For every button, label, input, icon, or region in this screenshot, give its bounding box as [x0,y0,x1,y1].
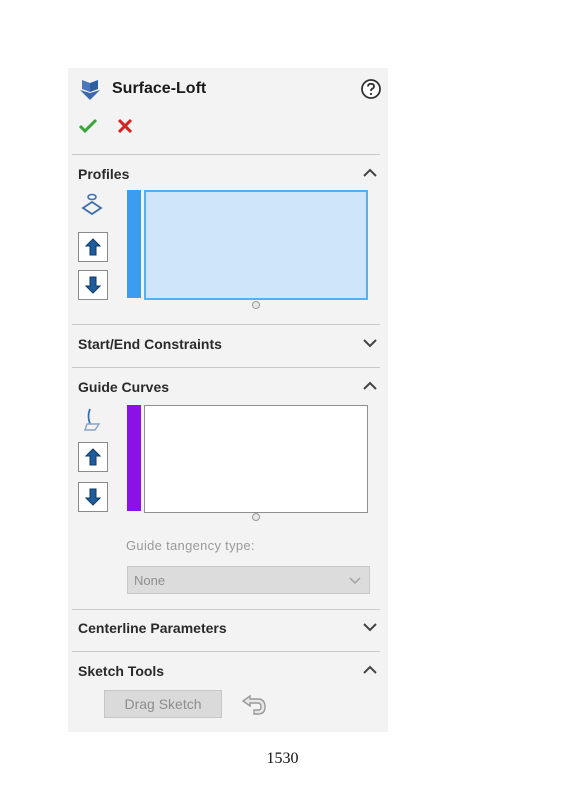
guide-tangency-label: Guide tangency type: [126,538,255,553]
help-circle-icon[interactable] [360,78,382,100]
profiles-color-strip [127,190,141,298]
guide-curves-color-strip [127,405,141,511]
resize-handle[interactable] [252,513,260,521]
property-manager-panel: Surface-Loft Profiles Start/End Constrai… [68,68,388,732]
resize-handle[interactable] [252,301,260,309]
ok-checkmark-icon[interactable] [78,116,98,136]
chevron-down-icon[interactable] [362,621,378,633]
move-down-button[interactable] [78,482,108,512]
section-title: Guide Curves [78,379,170,395]
divider [72,154,380,155]
chevron-down-icon[interactable] [362,337,378,349]
section-title: Sketch Tools [78,663,165,679]
chevron-up-icon[interactable] [362,380,378,392]
page-number: 1530 [266,750,299,767]
profile-selection-icon [81,193,103,216]
divider [72,324,380,325]
section-title: Centerline Parameters [78,620,227,636]
undo-icon[interactable] [240,693,268,717]
arrow-up-icon [85,238,101,256]
guide-curve-selection-icon [84,408,101,431]
move-down-button[interactable] [78,270,108,300]
select-value: None [134,573,166,588]
divider [72,367,380,368]
section-header-start-end-constraints[interactable]: Start/End Constraints [78,334,378,354]
guide-tangency-select[interactable]: None [127,566,370,594]
profiles-selection-list[interactable] [144,190,368,300]
divider [72,651,380,652]
arrow-down-icon [85,488,101,506]
chevron-down-icon [349,577,361,585]
arrow-down-icon [85,276,101,294]
chevron-up-icon[interactable] [362,664,378,676]
section-header-guide-curves[interactable]: Guide Curves [78,377,378,397]
move-up-button[interactable] [78,232,108,262]
guide-curves-selection-list[interactable] [144,405,368,513]
section-header-sketch-tools[interactable]: Sketch Tools [78,661,378,681]
chevron-up-icon[interactable] [362,167,378,179]
title-row: Surface-Loft [78,78,381,102]
section-title: Start/End Constraints [78,336,222,352]
surface-loft-icon [80,80,100,100]
drag-sketch-button[interactable]: Drag Sketch [104,690,222,718]
section-title: Profiles [78,166,130,182]
section-header-profiles[interactable]: Profiles [78,164,378,184]
section-header-centerline-parameters[interactable]: Centerline Parameters [78,618,378,638]
feature-title: Surface-Loft [112,80,207,97]
arrow-up-icon [85,448,101,466]
move-up-button[interactable] [78,442,108,472]
cancel-close-icon[interactable] [116,117,134,135]
divider [72,609,380,610]
